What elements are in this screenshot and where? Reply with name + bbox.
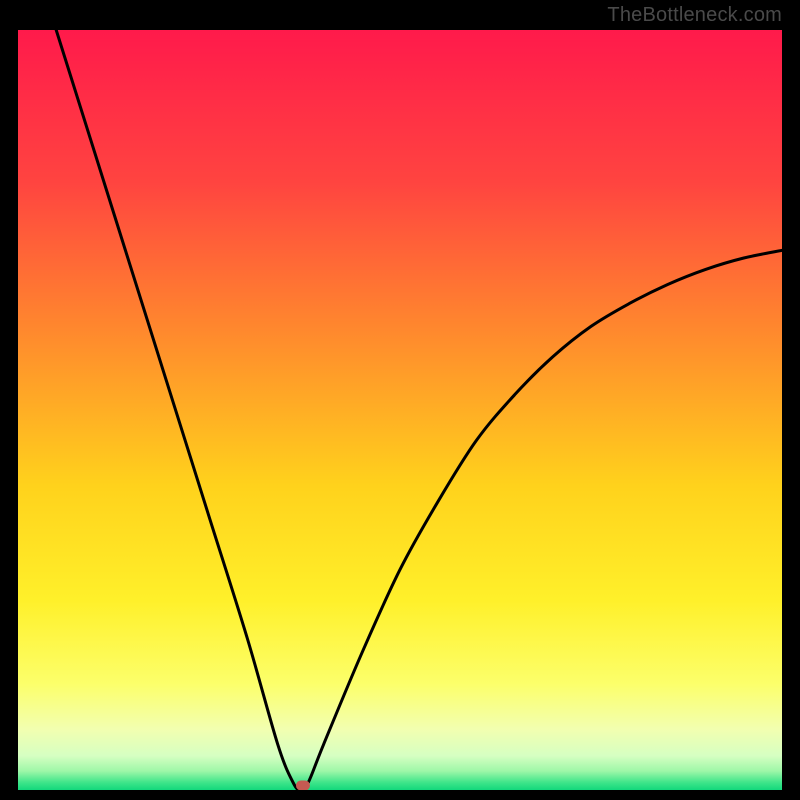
attribution-text: TheBottleneck.com xyxy=(607,4,782,27)
chart-background xyxy=(18,30,782,790)
optimum-marker xyxy=(296,780,310,790)
chart-wrapper: TheBottleneck.com xyxy=(0,0,800,800)
plot-area xyxy=(18,30,782,790)
chart-svg xyxy=(18,30,782,790)
